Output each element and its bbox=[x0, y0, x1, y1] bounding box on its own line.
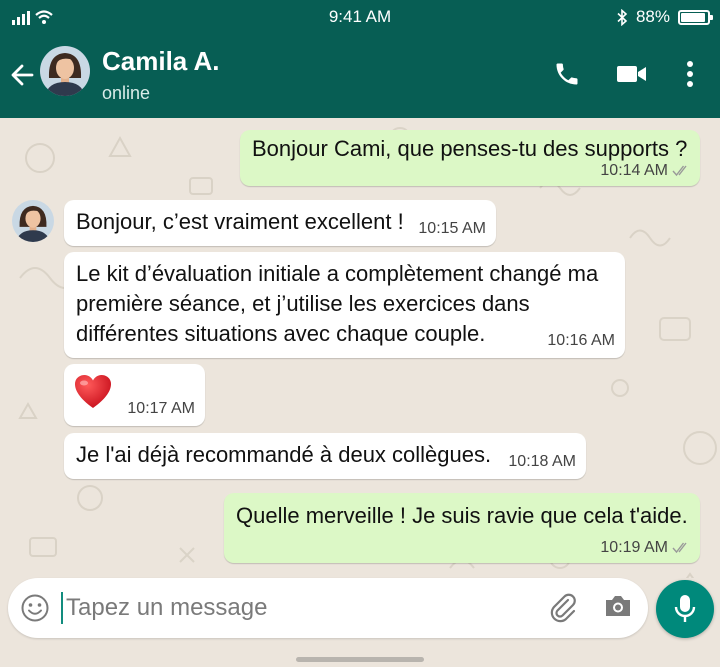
chat-area[interactable]: Bonjour Cami, que penses-tu des supports… bbox=[0, 118, 720, 578]
contact-avatar[interactable] bbox=[40, 46, 90, 96]
message-time: 10:17 AM bbox=[127, 400, 195, 417]
message-bubble-incoming[interactable]: Je l'ai déjà recommandé à deux collègues… bbox=[64, 433, 586, 479]
home-indicator bbox=[296, 657, 424, 662]
back-arrow-icon[interactable] bbox=[10, 62, 36, 88]
double-check-icon bbox=[672, 165, 687, 177]
text-cursor bbox=[61, 592, 63, 624]
status-bar: 9:41 AM 88% bbox=[0, 0, 720, 32]
composer-bar bbox=[0, 578, 720, 667]
message-text: Bonjour, c’est vraiment excellent ! bbox=[76, 209, 404, 234]
message-bubble-incoming[interactable]: Le kit d’évaluation initiale a complètem… bbox=[64, 252, 625, 358]
paperclip-icon[interactable] bbox=[548, 592, 580, 624]
message-text: Bonjour Cami, que penses-tu des supports… bbox=[252, 136, 688, 161]
microphone-icon[interactable] bbox=[656, 580, 714, 638]
message-text: Quelle merveille ! Je suis ravie que cel… bbox=[236, 503, 688, 528]
contact-status: online bbox=[102, 83, 151, 103]
message-bubble-outgoing[interactable]: Quelle merveille ! Je suis ravie que cel… bbox=[224, 493, 700, 563]
battery-icon bbox=[678, 9, 713, 25]
message-time: 10:18 AM bbox=[508, 453, 576, 470]
message-line: Le kit d’évaluation initiale a complètem… bbox=[76, 261, 599, 286]
battery-percent: 88% bbox=[635, 7, 670, 26]
message-line: différentes situations avec chaque coupl… bbox=[76, 321, 486, 346]
composer-box[interactable] bbox=[8, 578, 648, 638]
message-line: première séance, et j’utilise les exerci… bbox=[76, 291, 530, 316]
message-bubble-incoming[interactable]: 10:17 AM bbox=[64, 364, 205, 426]
more-vertical-icon[interactable] bbox=[674, 58, 706, 90]
video-camera-icon[interactable] bbox=[616, 58, 648, 90]
message-text: Je l'ai déjà recommandé à deux collègues… bbox=[76, 442, 492, 467]
sender-avatar[interactable] bbox=[12, 200, 54, 242]
double-check-icon bbox=[672, 542, 687, 554]
message-time: 10:16 AM bbox=[547, 332, 615, 349]
message-bubble-outgoing[interactable]: Bonjour Cami, que penses-tu des supports… bbox=[240, 130, 700, 186]
chat-header: Camila A. online bbox=[0, 32, 720, 118]
message-time: 10:19 AM bbox=[600, 539, 668, 556]
emoji-icon[interactable] bbox=[20, 593, 50, 623]
heart-emoji-icon bbox=[75, 375, 111, 408]
status-time: 9:41 AM bbox=[328, 7, 392, 26]
phone-icon[interactable] bbox=[551, 58, 583, 90]
message-bubble-incoming[interactable]: Bonjour, c’est vraiment excellent ! 10:1… bbox=[64, 200, 496, 246]
bluetooth-icon bbox=[617, 8, 628, 26]
message-input[interactable] bbox=[66, 589, 536, 627]
camera-icon[interactable] bbox=[603, 592, 635, 624]
message-time: 10:14 AM bbox=[600, 162, 668, 179]
message-time: 10:15 AM bbox=[418, 220, 486, 237]
contact-name[interactable]: Camila A. bbox=[102, 46, 220, 77]
